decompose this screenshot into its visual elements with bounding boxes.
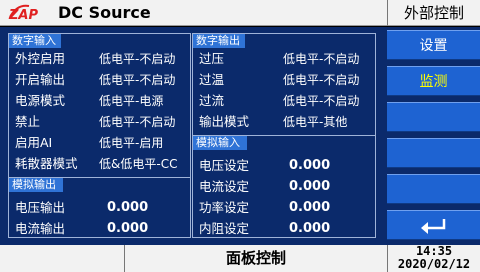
digital-input-label: 耗散器模式 xyxy=(15,156,78,171)
analog-input-header: 模拟输入 xyxy=(193,136,247,150)
analog-input-value: 0.000 xyxy=(289,200,331,215)
sidebar: 设置 监测 xyxy=(387,27,480,245)
analog-output-header: 模拟输出 xyxy=(9,178,63,192)
digital-output-value: 低电平-不启动 xyxy=(283,94,360,108)
blank-button-5[interactable] xyxy=(387,174,480,204)
analog-input-label: 功率设定 xyxy=(199,200,250,215)
app-title: DC Source xyxy=(58,3,151,22)
monitor-button[interactable]: 监测 xyxy=(387,66,480,96)
blank-button-3[interactable] xyxy=(387,102,480,132)
digital-input-value: 低&低电平-CC xyxy=(99,157,178,171)
digital-output-value: 低电平-不启动 xyxy=(283,52,360,66)
left-column: 数字输入 外控启用 低电平-不启动 开启输出 低电平-不启动 电源模式 低电平-… xyxy=(8,33,191,238)
digital-input-label: 启用AI xyxy=(15,135,53,150)
analog-input-label: 电压设定 xyxy=(199,158,250,173)
digital-input-header: 数字输入 xyxy=(9,34,61,48)
digital-output-label: 过压 xyxy=(199,51,225,66)
analog-output-value: 0.000 xyxy=(107,200,149,215)
analog-input-label: 内阻设定 xyxy=(199,221,250,236)
status-bar: 面板控制 14:35 2020/02/12 xyxy=(0,245,480,272)
analog-input-value: 0.000 xyxy=(289,221,331,236)
digital-input-value: 低电平-不启动 xyxy=(99,52,176,66)
digital-input-value: 低电平-不启动 xyxy=(99,73,176,87)
control-mode-label: 外部控制 xyxy=(387,0,480,26)
digital-output-header: 数字输出 xyxy=(193,34,245,48)
digital-output-label: 过温 xyxy=(199,72,225,87)
clock-date: 2020/02/12 xyxy=(397,257,471,271)
status-left-area xyxy=(0,245,125,272)
digital-input-value: 低电平-启用 xyxy=(99,136,164,150)
analog-input-value: 0.000 xyxy=(289,179,331,194)
digital-input-label: 开启输出 xyxy=(15,72,66,87)
return-enter-icon xyxy=(420,219,445,234)
digital-input-label: 外控启用 xyxy=(15,51,66,66)
digital-input-label: 电源模式 xyxy=(15,93,66,108)
digital-output-value: 低电平-不启动 xyxy=(283,73,360,87)
svg-text:ZAP: ZAP xyxy=(8,8,38,22)
digital-output-value: 低电平-其他 xyxy=(283,115,348,129)
settings-button[interactable]: 设置 xyxy=(387,30,480,60)
panel-control-button[interactable]: 面板控制 xyxy=(125,245,387,272)
right-column: 数字输出 过压 低电平-不启动 过温 低电平-不启动 过流 低电平-不启动 输出… xyxy=(192,33,376,238)
digital-output-label: 过流 xyxy=(199,93,225,108)
analog-output-value: 0.000 xyxy=(107,221,149,236)
digital-input-label: 禁止 xyxy=(15,114,41,129)
analog-input-value: 0.000 xyxy=(289,158,331,173)
brand-logo-icon: ZAP xyxy=(8,4,38,22)
blank-button-4[interactable] xyxy=(387,138,480,168)
analog-output-label: 电流输出 xyxy=(15,221,66,236)
digital-input-value: 低电平-不启动 xyxy=(99,115,176,129)
digital-input-value: 低电平-电源 xyxy=(99,94,164,108)
digital-output-label: 输出模式 xyxy=(199,114,250,129)
title-bar: ZAP DC Source xyxy=(0,0,387,26)
analog-output-label: 电压输出 xyxy=(15,200,66,215)
return-button[interactable] xyxy=(387,210,480,240)
analog-input-label: 电流设定 xyxy=(199,179,250,194)
clock: 14:35 2020/02/12 xyxy=(387,245,480,272)
main-panel: 数字输入 外控启用 低电平-不启动 开启输出 低电平-不启动 电源模式 低电平-… xyxy=(0,27,387,245)
